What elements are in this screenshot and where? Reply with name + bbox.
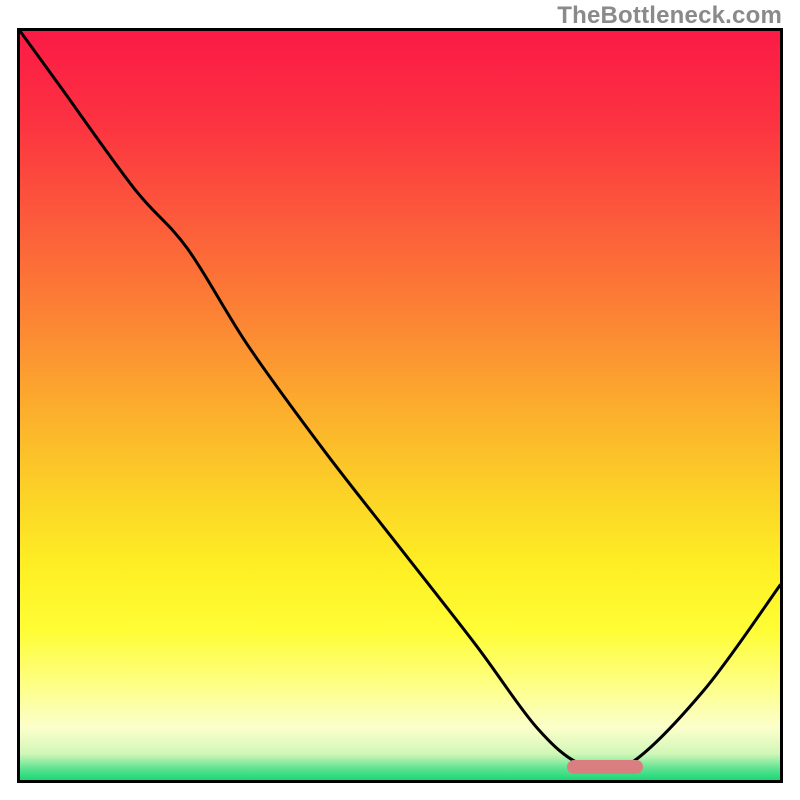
watermark-text: TheBottleneck.com <box>557 2 782 30</box>
optimal-zone-marker <box>567 760 643 774</box>
chart-frame <box>17 28 783 783</box>
bottleneck-curve <box>20 31 780 780</box>
